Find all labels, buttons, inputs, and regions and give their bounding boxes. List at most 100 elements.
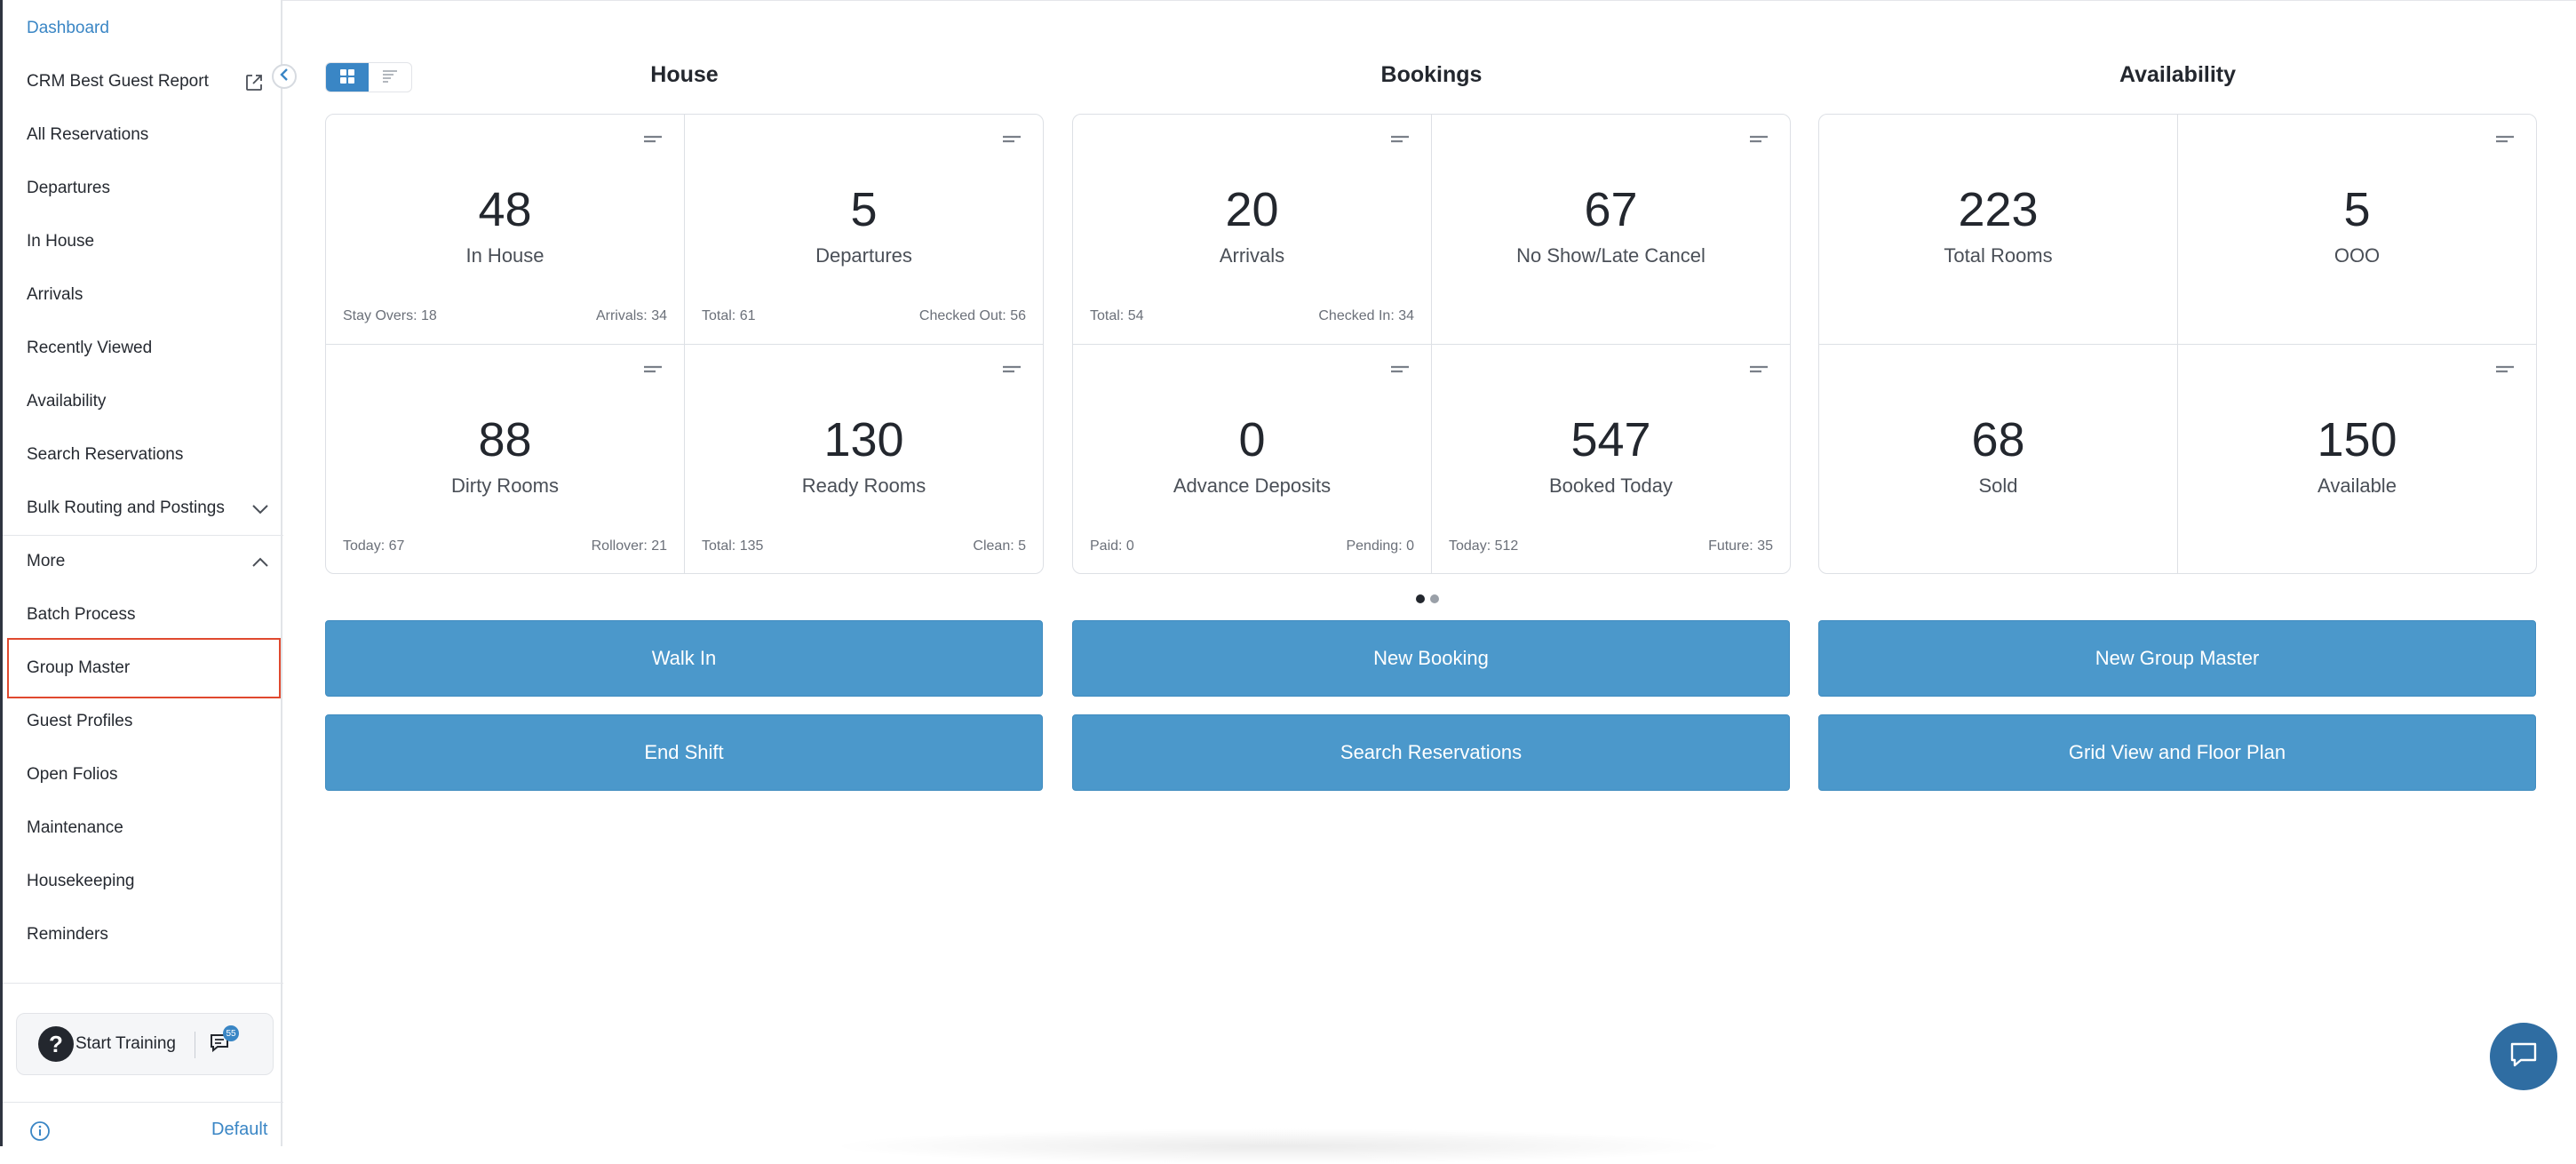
stat-tile-available[interactable]: 150 Available — [2178, 345, 2536, 573]
sidebar-item-crm-best-guest-report[interactable]: CRM Best Guest Report — [3, 55, 283, 108]
search-reservations-button[interactable]: Search Reservations — [1072, 714, 1790, 791]
tile-menu-icon[interactable] — [643, 134, 663, 150]
stat-label: OOO — [2334, 244, 2381, 267]
chat-bubble-icon — [2508, 1040, 2539, 1073]
stat-tile-departures[interactable]: 5 Departures Total: 61 Checked Out: 56 — [685, 115, 1043, 344]
stat-footer-right: Checked In: 34 — [1318, 308, 1414, 323]
section-title-house: House — [650, 62, 719, 87]
sidebar-item-label: Recently Viewed — [27, 339, 153, 357]
stat-value: 0 — [1238, 413, 1266, 466]
tile-menu-icon[interactable] — [2495, 364, 2515, 380]
stat-tile-dirty-rooms[interactable]: 88 Dirty Rooms Today: 67 Rollover: 21 — [326, 345, 684, 573]
start-training-button[interactable]: Start Training — [76, 1034, 176, 1054]
start-training-panel: ? Start Training 55 — [16, 1013, 274, 1075]
stat-label: Sold — [1978, 474, 2018, 497]
sidebar-item-departures[interactable]: Departures — [3, 162, 283, 215]
sidebar-item-more[interactable]: More — [3, 535, 283, 588]
pagination-dot-1[interactable] — [1416, 594, 1425, 603]
tile-menu-icon[interactable] — [1390, 134, 1410, 150]
stat-tile-no-show[interactable]: 67 No Show/Late Cancel — [1432, 115, 1790, 344]
stat-tile-ready-rooms[interactable]: 130 Ready Rooms Total: 135 Clean: 5 — [685, 345, 1043, 573]
stat-tile-booked-today[interactable]: 547 Booked Today Today: 512 Future: 35 — [1432, 345, 1790, 573]
carousel-pagination — [1416, 594, 1439, 603]
sidebar-item-label: CRM Best Guest Report — [27, 72, 209, 91]
sidebar-item-label: In House — [27, 232, 95, 251]
sidebar-item-maintenance[interactable]: Maintenance — [3, 801, 283, 855]
sidebar-item-open-folios[interactable]: Open Folios — [3, 748, 283, 801]
sidebar-item-in-house[interactable]: In House — [3, 215, 283, 268]
chevron-left-icon — [279, 68, 290, 86]
end-shift-button[interactable]: End Shift — [325, 714, 1043, 791]
section-title-availability: Availability — [2119, 62, 2237, 87]
top-border — [282, 0, 2576, 1]
stat-footer-right: Rollover: 21 — [591, 538, 667, 554]
chevron-up-icon[interactable] — [251, 554, 269, 574]
bookings-stats-grid: 20 Arrivals Total: 54 Checked In: 34 67 … — [1072, 114, 1791, 574]
chat-badge: 55 — [223, 1025, 239, 1041]
sidebar-item-batch-process[interactable]: Batch Process — [3, 588, 283, 642]
sidebar-item-label: Search Reservations — [27, 445, 184, 464]
chevron-down-icon[interactable] — [251, 501, 269, 521]
sidebar-item-reminders[interactable]: Reminders — [3, 908, 283, 961]
sidebar-item-label: Guest Profiles — [27, 712, 133, 730]
default-profile-link[interactable]: Default — [211, 1120, 267, 1140]
house-stats-grid: 48 In House Stay Overs: 18 Arrivals: 34 … — [325, 114, 1044, 574]
info-icon[interactable] — [29, 1120, 51, 1146]
stat-value: 130 — [823, 413, 904, 466]
collapse-sidebar-button[interactable] — [272, 64, 297, 89]
stat-footer-left: Today: 512 — [1449, 538, 1519, 554]
tile-menu-icon[interactable] — [1749, 134, 1769, 150]
stat-value: 223 — [1958, 183, 2039, 236]
sidebar-item-label: More — [27, 552, 66, 570]
sidebar-item-search-reservations[interactable]: Search Reservations — [3, 428, 283, 482]
sidebar-item-bulk-routing[interactable]: Bulk Routing and Postings — [3, 482, 283, 535]
chat-support-button[interactable] — [2490, 1023, 2557, 1090]
sidebar-item-label: Housekeeping — [27, 872, 135, 890]
stat-tile-ooo[interactable]: 5 OOO — [2178, 115, 2536, 344]
stat-label: Advance Deposits — [1173, 474, 1332, 497]
stat-label: Ready Rooms — [801, 474, 926, 497]
tile-menu-icon[interactable] — [643, 364, 663, 380]
sidebar-item-label: Maintenance — [27, 818, 123, 837]
grid-view-floor-plan-button[interactable]: Grid View and Floor Plan — [1818, 714, 2536, 791]
sidebar-item-all-reservations[interactable]: All Reservations — [3, 108, 283, 162]
sidebar-item-label: Arrivals — [27, 285, 83, 304]
sidebar-item-label: Bulk Routing and Postings — [27, 498, 225, 517]
stat-value: 67 — [1584, 183, 1638, 236]
sidebar-item-arrivals[interactable]: Arrivals — [3, 268, 283, 322]
section-title-bookings: Bookings — [1380, 62, 1483, 87]
stat-footer-right: Pending: 0 — [1346, 538, 1414, 554]
external-link-icon[interactable] — [244, 73, 264, 98]
tile-menu-icon[interactable] — [1002, 364, 1022, 380]
walk-in-button[interactable]: Walk In — [325, 620, 1043, 697]
stat-tile-total-rooms[interactable]: 223 Total Rooms — [1819, 115, 2177, 344]
tile-menu-icon[interactable] — [1390, 364, 1410, 380]
sidebar-item-label: Open Folios — [27, 765, 118, 784]
stat-footer-left: Total: 54 — [1090, 308, 1144, 323]
stat-tile-arrivals[interactable]: 20 Arrivals Total: 54 Checked In: 34 — [1073, 115, 1431, 344]
sidebar-item-recently-viewed[interactable]: Recently Viewed — [3, 322, 283, 375]
stat-label: Available — [2318, 474, 2397, 497]
stat-tile-sold[interactable]: 68 Sold — [1819, 345, 2177, 573]
help-icon[interactable]: ? — [38, 1026, 74, 1062]
stat-footer-left: Total: 135 — [702, 538, 764, 554]
tile-menu-icon[interactable] — [2495, 134, 2515, 150]
new-booking-button[interactable]: New Booking — [1072, 620, 1790, 697]
tile-menu-icon[interactable] — [1749, 364, 1769, 380]
sidebar-item-housekeeping[interactable]: Housekeeping — [3, 855, 283, 908]
tile-menu-icon[interactable] — [1002, 134, 1022, 150]
sidebar-item-label: Reminders — [27, 925, 108, 944]
stat-tile-in-house[interactable]: 48 In House Stay Overs: 18 Arrivals: 34 — [326, 115, 684, 344]
sidebar-item-label: All Reservations — [27, 125, 149, 144]
sidebar-item-guest-profiles[interactable]: Guest Profiles — [3, 695, 283, 748]
stat-value: 88 — [478, 413, 532, 466]
stat-label: Arrivals — [1219, 244, 1285, 267]
stat-tile-advance-deposits[interactable]: 0 Advance Deposits Paid: 0 Pending: 0 — [1073, 345, 1431, 573]
sidebar-item-label: Departures — [27, 179, 110, 197]
sidebar-item-dashboard[interactable]: Dashboard — [3, 2, 283, 55]
new-group-master-button[interactable]: New Group Master — [1818, 620, 2536, 697]
stat-footer-left: Stay Overs: 18 — [343, 308, 437, 323]
sidebar-item-availability[interactable]: Availability — [3, 375, 283, 428]
pagination-dot-2[interactable] — [1430, 594, 1439, 603]
availability-stats-grid: 223 Total Rooms 5 OOO 68 Sold 150 Availa… — [1818, 114, 2537, 574]
